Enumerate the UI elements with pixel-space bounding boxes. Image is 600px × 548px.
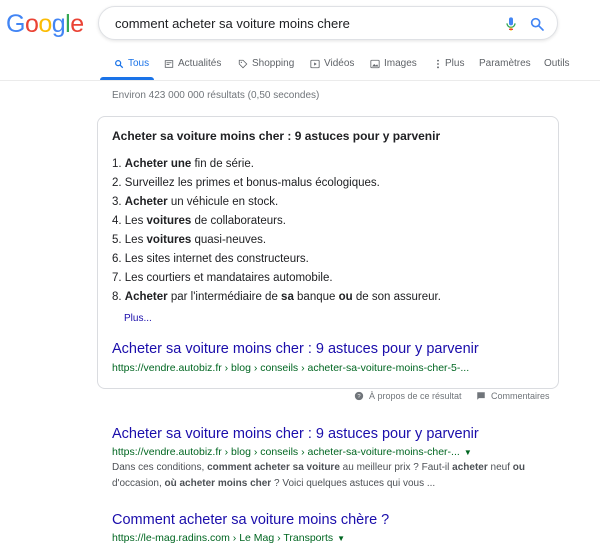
- tab-shopping[interactable]: Shopping: [238, 58, 294, 69]
- snippet-list-item: 2. Surveillez les primes et bonus-malus …: [112, 174, 441, 193]
- text: fin de série.: [191, 158, 254, 170]
- text: neuf: [487, 462, 513, 473]
- text: 2. Surveillez les primes et bonus-malus …: [112, 177, 380, 189]
- text: de son assureur.: [352, 291, 441, 303]
- google-logo[interactable]: Google: [6, 10, 84, 39]
- logo-letter: g: [51, 10, 66, 38]
- result-url: https://vendre.autobiz.fr › blog › conse…: [112, 446, 472, 458]
- about-result-link[interactable]: ? À propos de ce résultat: [354, 391, 462, 401]
- text: 6. Les sites internet des constructeurs.: [112, 253, 309, 265]
- snippet-list-item: 3. Acheter un véhicule en stock.: [112, 193, 441, 212]
- feedback-label: Commentaires: [491, 391, 550, 401]
- result-snippet-line: d'occasion, où acheter moins cher ? Voic…: [112, 476, 532, 492]
- snippet-list-item: 6. Les sites internet des constructeurs.: [112, 250, 441, 269]
- bold-text: sa: [281, 291, 294, 303]
- search-input[interactable]: comment acheter sa voiture moins chere: [115, 16, 350, 31]
- caret-down-icon[interactable]: ▼: [337, 534, 345, 543]
- tab-label: Tous: [128, 58, 150, 69]
- tab-label: Vidéos: [324, 58, 355, 69]
- result-snippet: Dans ces conditions, comment acheter sa …: [112, 460, 532, 492]
- bold-text: ou: [512, 462, 525, 473]
- text: un véhicule en stock.: [167, 196, 279, 208]
- snippet-list-item: 8. Acheter par l'intermédiaire de sa ban…: [112, 288, 441, 307]
- bold-text: acheter: [452, 462, 488, 473]
- snippet-list-item: 5. Les voitures quasi-neuves.: [112, 231, 441, 250]
- image-icon: [370, 59, 380, 68]
- text: 1.: [112, 158, 125, 170]
- tab-label: Outils: [544, 58, 570, 69]
- tab-label: Plus: [445, 58, 465, 69]
- result-title-link[interactable]: Acheter sa voiture moins cher : 9 astuce…: [112, 426, 479, 442]
- text: 8.: [112, 291, 125, 303]
- featured-snippet: Acheter sa voiture moins cher : 9 astuce…: [97, 116, 559, 389]
- snippet-list-item: 4. Les voitures de collaborateurs.: [112, 212, 441, 231]
- news-icon: [164, 59, 174, 68]
- text: Dans ces conditions,: [112, 462, 208, 473]
- text: au meilleur prix ? Faut-il: [339, 462, 453, 473]
- bold-text: Acheter une: [124, 158, 192, 170]
- result-stats: Environ 423 000 000 résultats (0,50 seco…: [112, 90, 320, 101]
- logo-letter: G: [6, 10, 25, 38]
- more-link[interactable]: Plus...: [124, 313, 152, 324]
- play-icon: [310, 59, 320, 68]
- header-divider: [0, 80, 600, 81]
- bold-text: comment acheter sa voiture: [207, 462, 340, 473]
- bold-text: Acheter: [124, 291, 168, 303]
- tab-more[interactable]: Plus: [435, 58, 464, 69]
- tab-settings[interactable]: Paramètres: [479, 58, 531, 69]
- search-tabs: Tous Actualités Shopping Vidéos Images P…: [0, 54, 600, 80]
- about-result-label: À propos de ce résultat: [369, 391, 462, 401]
- logo-letter: o: [24, 10, 39, 38]
- snippet-list-item: 1. Acheter une fin de série.: [112, 155, 441, 174]
- feedback-link[interactable]: Commentaires: [476, 391, 550, 401]
- feedback-icon: [477, 392, 485, 400]
- logo-letter: o: [38, 10, 52, 38]
- help-icon: ?: [354, 391, 364, 401]
- text: 5. Les: [112, 234, 147, 246]
- caret-down-icon[interactable]: ▼: [464, 448, 472, 457]
- text: banque: [293, 291, 339, 303]
- text: d'occasion,: [112, 478, 165, 489]
- tab-images[interactable]: Images: [370, 58, 417, 69]
- search-icon: [115, 59, 124, 68]
- tab-label: Shopping: [252, 58, 295, 69]
- text: ? Voici quelques astuces qui vous ...: [271, 478, 436, 489]
- tab-news[interactable]: Actualités: [164, 58, 221, 69]
- tab-label: Actualités: [178, 58, 222, 69]
- result-url-text: https://le-mag.radins.com › Le Mag › Tra…: [112, 532, 334, 544]
- snippet-url: https://vendre.autobiz.fr › blog › conse…: [112, 362, 470, 374]
- bold-text: voitures: [146, 234, 192, 246]
- tab-videos[interactable]: Vidéos: [310, 58, 354, 69]
- result-title-link[interactable]: Comment acheter sa voiture moins chère ?: [112, 512, 389, 528]
- tab-label: Paramètres: [479, 58, 531, 69]
- text: 7. Les courtiers et mandataires automobi…: [112, 272, 333, 284]
- bold-text: voitures: [146, 215, 192, 227]
- text: quasi-neuves.: [191, 234, 267, 246]
- logo-letter: e: [70, 10, 84, 38]
- search-icon[interactable]: [529, 16, 545, 32]
- search-box[interactable]: comment acheter sa voiture moins chere: [98, 6, 558, 40]
- snippet-heading: Acheter sa voiture moins cher : 9 astuce…: [112, 129, 441, 143]
- text: de collaborateurs.: [191, 215, 286, 227]
- tag-icon: [238, 59, 248, 68]
- mic-icon[interactable]: [503, 16, 519, 32]
- text: 3.: [112, 196, 125, 208]
- text: 4. Les: [112, 215, 147, 227]
- bold-text: où acheter moins cher: [164, 478, 272, 489]
- snippet-list: 1. Acheter une fin de série. 2. Surveille…: [112, 155, 441, 307]
- tab-tools[interactable]: Outils: [544, 58, 570, 69]
- result-snippet-line: Dans ces conditions, comment acheter sa …: [112, 460, 532, 476]
- text: par l'intermédiaire de: [167, 291, 282, 303]
- tab-all[interactable]: Tous: [114, 58, 149, 69]
- bold-text: Acheter: [124, 196, 168, 208]
- tab-label: Images: [384, 58, 417, 69]
- bold-text: ou: [338, 291, 353, 303]
- result-url-text: https://vendre.autobiz.fr › blog › conse…: [112, 446, 460, 458]
- more-vert-icon: [437, 59, 439, 68]
- snippet-list-item: 7. Les courtiers et mandataires automobi…: [112, 269, 441, 288]
- snippet-title-link[interactable]: Acheter sa voiture moins cher : 9 astuce…: [112, 341, 479, 357]
- result-url: https://le-mag.radins.com › Le Mag › Tra…: [112, 532, 345, 544]
